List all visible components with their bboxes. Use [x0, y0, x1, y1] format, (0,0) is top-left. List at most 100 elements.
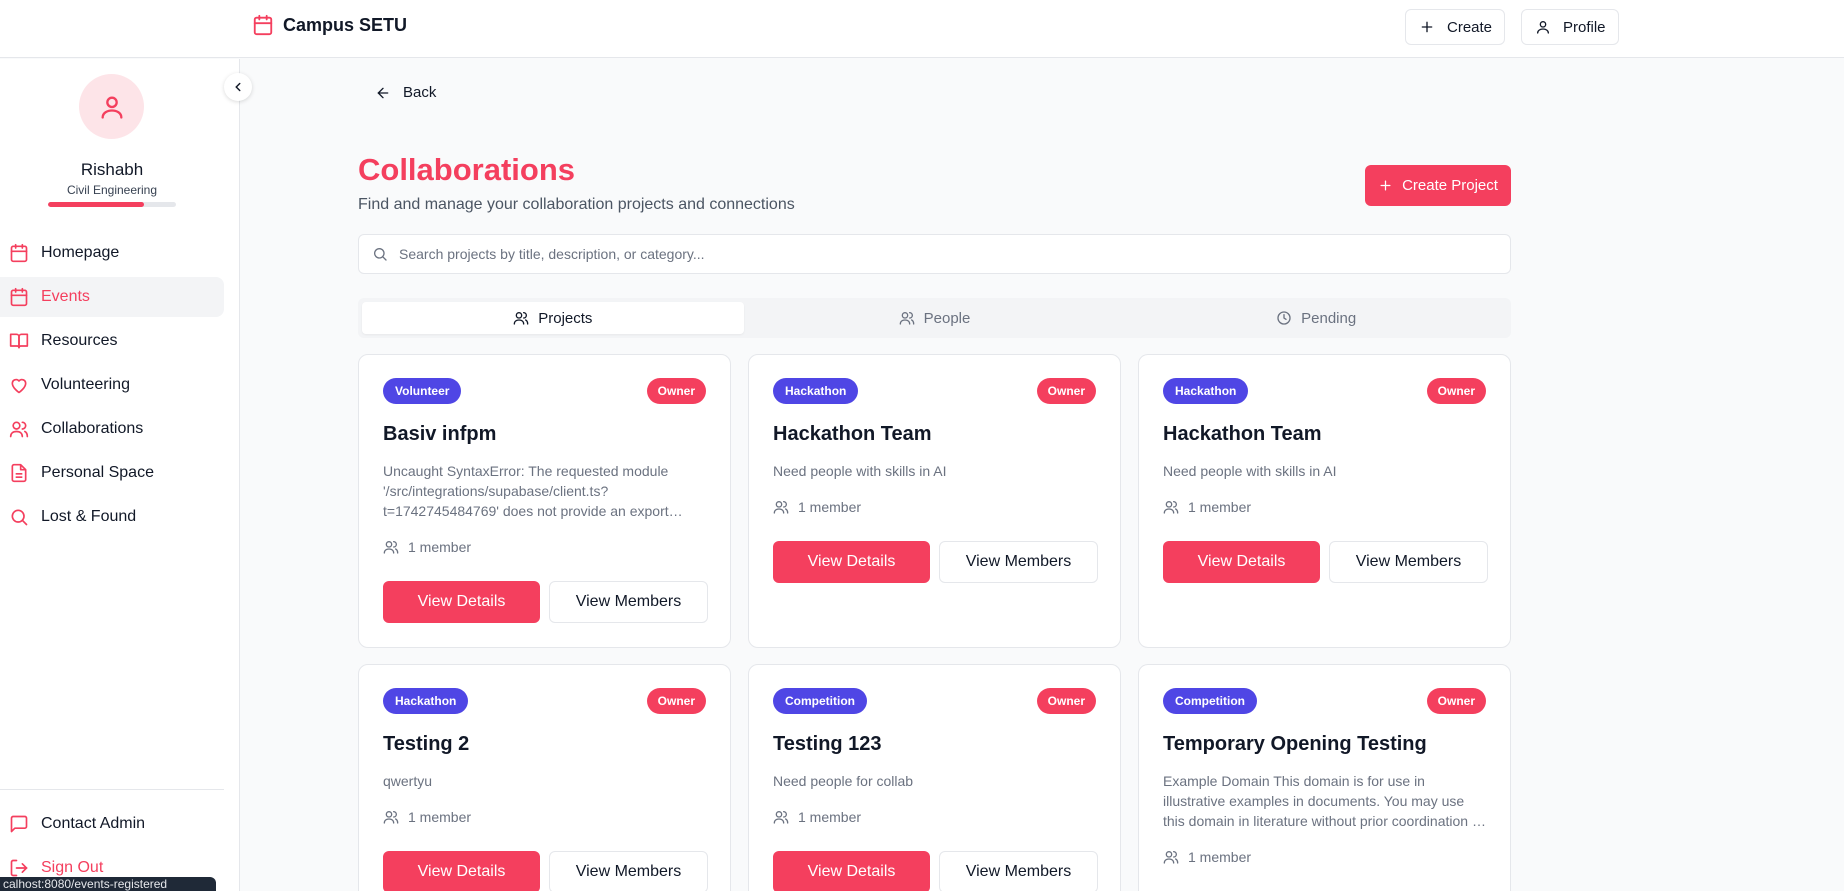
sidebar-divider — [0, 789, 224, 790]
role-badge: Owner — [1036, 688, 1096, 714]
search-input[interactable] — [399, 246, 1489, 262]
project-card: Competition Owner Temporary Opening Test… — [1138, 664, 1511, 891]
tab-projects[interactable]: Projects — [362, 302, 744, 334]
document-icon — [9, 463, 29, 483]
sidebar-collapse-button[interactable] — [224, 73, 252, 101]
sidebar-item-label: Homepage — [41, 244, 120, 261]
project-card: Volunteer Owner Basiv infpm Uncaught Syn… — [358, 354, 731, 648]
users-icon — [383, 809, 399, 825]
back-button[interactable]: Back — [375, 84, 436, 101]
profile-label: Profile — [1563, 18, 1606, 36]
member-count-label: 1 member — [1188, 499, 1252, 515]
view-members-button[interactable]: View Members — [1329, 541, 1488, 583]
plus-icon — [1419, 19, 1435, 35]
category-badge: Hackathon — [773, 378, 859, 404]
view-details-button[interactable]: View Details — [1163, 541, 1320, 583]
sidebar-item-label: Resources — [41, 332, 118, 349]
sidebar-item-personal-space[interactable]: Personal Space — [0, 453, 224, 493]
calendar-icon — [9, 243, 29, 263]
users-icon — [773, 499, 789, 515]
view-details-button[interactable]: View Details — [773, 851, 930, 891]
member-count: 1 member — [1163, 499, 1251, 515]
users-icon — [383, 539, 399, 555]
sidebar-item-contact-admin[interactable]: Contact Admin — [0, 804, 224, 844]
sidebar-item-label: Events — [41, 288, 90, 305]
category-badge: Competition — [1163, 688, 1257, 714]
role-badge: Owner — [646, 378, 706, 404]
project-description: Need people for collab — [773, 773, 914, 789]
app-title: Campus SETU — [283, 14, 408, 35]
project-description: Example Domain This domain is for use in… — [1163, 773, 1485, 829]
member-count: 1 member — [1163, 849, 1251, 865]
status-bar-url: calhost:8080/events-registered — [0, 877, 216, 891]
sidebar-item-label: Personal Space — [41, 464, 154, 481]
profile-button[interactable]: Profile — [1521, 9, 1619, 45]
sidebar-item-events[interactable]: Events — [0, 277, 224, 317]
users-icon — [773, 809, 789, 825]
user-icon — [98, 93, 126, 121]
sidebar-item-label: Contact Admin — [41, 815, 146, 832]
book-icon — [9, 331, 29, 351]
category-badge: Competition — [773, 688, 867, 714]
role-badge: Owner — [1426, 688, 1486, 714]
member-count-label: 1 member — [408, 809, 472, 825]
project-card: Hackathon Owner Testing 2 qwertyu 1 memb… — [358, 664, 731, 891]
profile-progress-fill — [48, 202, 144, 207]
sidebar-item-collaborations[interactable]: Collaborations — [0, 409, 224, 449]
project-description: Need people with skills in AI — [1163, 463, 1337, 479]
sidebar-item-label: Sign Out — [41, 859, 104, 876]
view-members-button[interactable]: View Members — [939, 541, 1098, 583]
view-details-button[interactable]: View Details — [383, 851, 540, 891]
users-icon — [899, 310, 915, 326]
sidebar: Rishabh Civil Engineering Homepage Event… — [0, 59, 240, 891]
search-icon — [9, 507, 29, 527]
tab-pending[interactable]: Pending — [1125, 302, 1507, 334]
top-bar: Campus SETU Create Profile — [0, 0, 1844, 58]
create-label: Create — [1447, 18, 1493, 36]
project-title: Hackathon Team — [1163, 423, 1322, 445]
search-bar — [358, 234, 1511, 274]
tab-label: People — [923, 309, 971, 327]
project-card: Hackathon Owner Hackathon Team Need peop… — [1138, 354, 1511, 648]
calendar-icon — [252, 14, 274, 36]
sidebar-item-lost-found[interactable]: Lost & Found — [0, 497, 224, 537]
sidebar-item-homepage[interactable]: Homepage — [0, 233, 224, 273]
member-count-label: 1 member — [408, 539, 472, 555]
sidebar-item-volunteering[interactable]: Volunteering — [0, 365, 224, 405]
users-icon — [9, 419, 29, 439]
user-name: Rishabh — [80, 160, 144, 179]
project-title: Hackathon Team — [773, 423, 932, 445]
users-icon — [513, 310, 529, 326]
project-title: Temporary Opening Testing — [1163, 733, 1427, 755]
heart-icon — [9, 375, 29, 395]
plus-icon — [1378, 178, 1393, 193]
project-card: Competition Owner Testing 123 Need peopl… — [748, 664, 1121, 891]
member-count: 1 member — [383, 809, 471, 825]
sidebar-item-resources[interactable]: Resources — [0, 321, 224, 361]
category-badge: Hackathon — [383, 688, 469, 714]
create-project-button[interactable]: Create Project — [1365, 165, 1511, 206]
avatar[interactable] — [79, 74, 144, 139]
view-details-button[interactable]: View Details — [773, 541, 930, 583]
page-subtitle: Find and manage your collaboration proje… — [358, 196, 795, 213]
create-button[interactable]: Create — [1405, 9, 1505, 45]
message-icon — [9, 814, 29, 834]
view-members-button[interactable]: View Members — [549, 851, 708, 891]
member-count-label: 1 member — [798, 499, 862, 515]
users-icon — [1163, 499, 1179, 515]
tab-bar: Projects People Pending — [358, 298, 1511, 338]
tab-label: Projects — [538, 309, 593, 327]
view-members-button[interactable]: View Members — [549, 581, 708, 623]
sign-out-icon — [9, 858, 29, 878]
user-department: Civil Engineering — [66, 183, 158, 197]
project-description: Need people with skills in AI — [773, 463, 947, 479]
users-icon — [1163, 849, 1179, 865]
member-count-label: 1 member — [798, 809, 862, 825]
view-details-button[interactable]: View Details — [383, 581, 540, 623]
view-members-button[interactable]: View Members — [939, 851, 1098, 891]
sidebar-nav: Homepage Events Resources Volunteering C… — [0, 233, 224, 541]
tab-people[interactable]: People — [744, 302, 1126, 334]
chevron-left-icon — [231, 80, 245, 94]
brand[interactable]: Campus SETU — [252, 14, 407, 36]
page-title: Collaborations — [358, 152, 576, 187]
